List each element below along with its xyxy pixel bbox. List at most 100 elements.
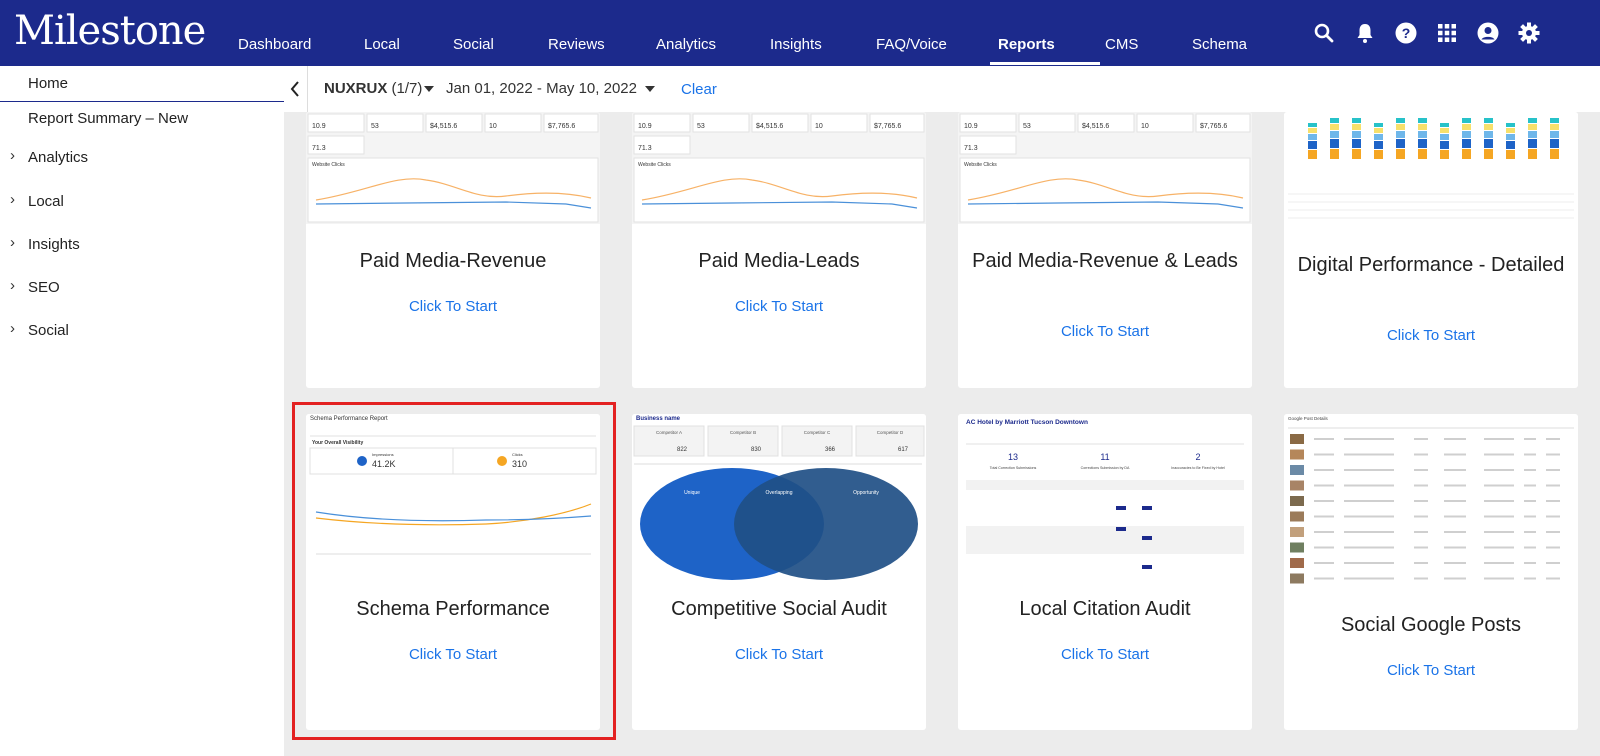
nav-local[interactable]: Local xyxy=(364,36,400,53)
caret-down-icon[interactable] xyxy=(645,86,655,92)
collapse-sidebar-button[interactable] xyxy=(284,66,308,112)
post-row-text xyxy=(1484,546,1514,549)
nav-insights[interactable]: Insights xyxy=(770,36,822,53)
post-row-text xyxy=(1414,515,1428,518)
sidebar-item-local[interactable]: Local xyxy=(28,193,64,210)
post-row-text xyxy=(1546,546,1560,549)
nav-reviews[interactable]: Reviews xyxy=(548,36,605,53)
thumbnail-bar-segment xyxy=(1352,149,1361,159)
click-to-start-link[interactable]: Click To Start xyxy=(306,298,600,315)
settings-icon[interactable] xyxy=(1517,21,1541,45)
post-row-text xyxy=(1344,469,1394,471)
chart-title: Website Clicks xyxy=(638,162,671,168)
click-to-start-link[interactable]: Click To Start xyxy=(958,646,1252,663)
report-thumbnail xyxy=(1284,112,1578,224)
clear-filters-link[interactable]: Clear xyxy=(681,81,717,98)
thumbnail-bar-segment xyxy=(1550,149,1559,159)
thumbnail-bar-segment xyxy=(1330,139,1339,148)
post-row-text xyxy=(1344,453,1394,456)
nav-schema[interactable]: Schema xyxy=(1192,36,1247,53)
metric-value: 10.9 xyxy=(964,123,978,130)
post-row-text xyxy=(1414,453,1428,456)
date-range-selector[interactable]: Jan 01, 2022 - May 10, 2022 xyxy=(446,80,637,97)
thumbnail-bar-segment xyxy=(1396,131,1405,138)
help-icon[interactable]: ? xyxy=(1394,21,1418,45)
thumbnail-bar-segment xyxy=(1506,141,1515,149)
report-card-social-google-posts[interactable]: Google Post Details Social Google Posts … xyxy=(1284,414,1578,730)
click-to-start-link[interactable]: Click To Start xyxy=(1284,662,1578,679)
competitor-value: 617 xyxy=(898,447,909,453)
report-card-digital-performance-detailed[interactable]: Digital Performance - Detailed Click To … xyxy=(1284,112,1578,388)
report-thumbnail: Google Post Details xyxy=(1284,414,1578,594)
post-thumbnail-image xyxy=(1290,527,1304,537)
selected-card-highlight xyxy=(292,402,616,740)
post-row-text xyxy=(1444,484,1466,487)
report-card-paid-media-revenue[interactable]: 10.9 53 $4,515.6 10 $7,765.6 71.3 Websit… xyxy=(306,112,600,388)
click-to-start-link[interactable]: Click To Start xyxy=(1284,327,1578,344)
metric-value: 71.3 xyxy=(638,145,652,152)
post-row-text xyxy=(1344,500,1394,502)
thumbnail-bar-segment xyxy=(1506,128,1515,133)
account-icon[interactable] xyxy=(1476,21,1500,45)
post-thumbnail-image xyxy=(1290,511,1304,522)
report-filter-bar: NUXRUX (1/7) Jan 01, 2022 - May 10, 2022… xyxy=(284,66,1600,112)
metric-value: 71.3 xyxy=(312,145,326,152)
competitor-value: 830 xyxy=(751,447,762,453)
thumbnail-bar-segment xyxy=(1528,139,1537,148)
sidebar-item-report-summary[interactable]: Report Summary – New xyxy=(28,110,188,127)
post-thumbnail-image xyxy=(1290,542,1304,553)
sidebar-item-home[interactable]: Home xyxy=(0,66,284,102)
post-row-text xyxy=(1484,577,1514,580)
active-tab-indicator xyxy=(990,62,1100,65)
thumbnail-bar-segment xyxy=(1396,139,1405,148)
nav-social[interactable]: Social xyxy=(453,36,494,53)
nav-cms[interactable]: CMS xyxy=(1105,36,1138,53)
sidebar-item-insights[interactable]: Insights xyxy=(28,236,80,253)
bell-icon[interactable] xyxy=(1353,21,1377,45)
post-thumbnail-image xyxy=(1290,465,1304,475)
sidebar-item-analytics[interactable]: Analytics xyxy=(28,149,88,166)
thumbnail-bar-segment xyxy=(1462,124,1471,130)
thumbnail-bar-segment xyxy=(1396,149,1405,159)
search-icon[interactable] xyxy=(1312,21,1336,45)
thumbnail-bar-segment xyxy=(1484,131,1493,138)
post-row-text xyxy=(1414,577,1428,580)
metric-value: $4,515.6 xyxy=(1082,123,1109,130)
post-row-text xyxy=(1344,531,1394,533)
nav-analytics[interactable]: Analytics xyxy=(656,36,716,53)
milestone-logo[interactable]: Milestone xyxy=(14,8,206,54)
card-title: Paid Media-Revenue xyxy=(359,250,547,272)
thumbnail-bar-segment xyxy=(1308,128,1317,133)
post-row-text xyxy=(1484,453,1514,456)
nav-reports[interactable]: Reports xyxy=(998,36,1055,53)
svg-text:?: ? xyxy=(1402,25,1411,41)
citation-stat: 2 xyxy=(1195,452,1200,462)
post-thumbnail-image xyxy=(1290,480,1304,491)
thumbnail-bar-segment xyxy=(1418,131,1427,138)
chevron-right-icon: › xyxy=(10,147,15,164)
thumbnail-bar-segment xyxy=(1352,118,1361,123)
post-row-text xyxy=(1314,469,1334,471)
thumbnail-bar-segment xyxy=(1462,139,1471,148)
thumbnail-bar-segment xyxy=(1550,139,1559,148)
report-card-competitive-social-audit[interactable]: Business name Competitor A Competitor B … xyxy=(632,414,926,730)
sidebar-item-social[interactable]: Social xyxy=(28,322,69,339)
report-card-paid-media-revenue-leads[interactable]: 10.9 53 $4,515.6 10 $7,765.6 71.3 Websit… xyxy=(958,112,1252,388)
post-row-text xyxy=(1524,453,1536,456)
metric-value: $7,765.6 xyxy=(1200,123,1227,130)
left-sidebar: Home Report Summary – New › Analytics › … xyxy=(0,66,284,756)
nav-faq-voice[interactable]: FAQ/Voice xyxy=(876,36,947,53)
thumbnail-bar-segment xyxy=(1550,131,1559,138)
report-card-local-citation-audit[interactable]: AC Hotel by Marriott Tucson Downtown 13 … xyxy=(958,414,1252,730)
nav-dashboard[interactable]: Dashboard xyxy=(238,36,311,53)
caret-down-icon[interactable] xyxy=(424,86,434,92)
card-title: Local Citation Audit xyxy=(1019,598,1191,620)
apps-grid-icon[interactable] xyxy=(1435,21,1459,45)
card-title: Social Google Posts xyxy=(1340,614,1522,636)
account-selector[interactable]: NUXRUX (1/7) xyxy=(324,80,422,97)
click-to-start-link[interactable]: Click To Start xyxy=(958,323,1252,340)
sidebar-item-seo[interactable]: SEO xyxy=(28,279,60,296)
click-to-start-link[interactable]: Click To Start xyxy=(632,298,926,315)
click-to-start-link[interactable]: Click To Start xyxy=(632,646,926,663)
report-card-paid-media-leads[interactable]: 10.9 53 $4,515.6 10 $7,765.6 71.3 Websit… xyxy=(632,112,926,388)
